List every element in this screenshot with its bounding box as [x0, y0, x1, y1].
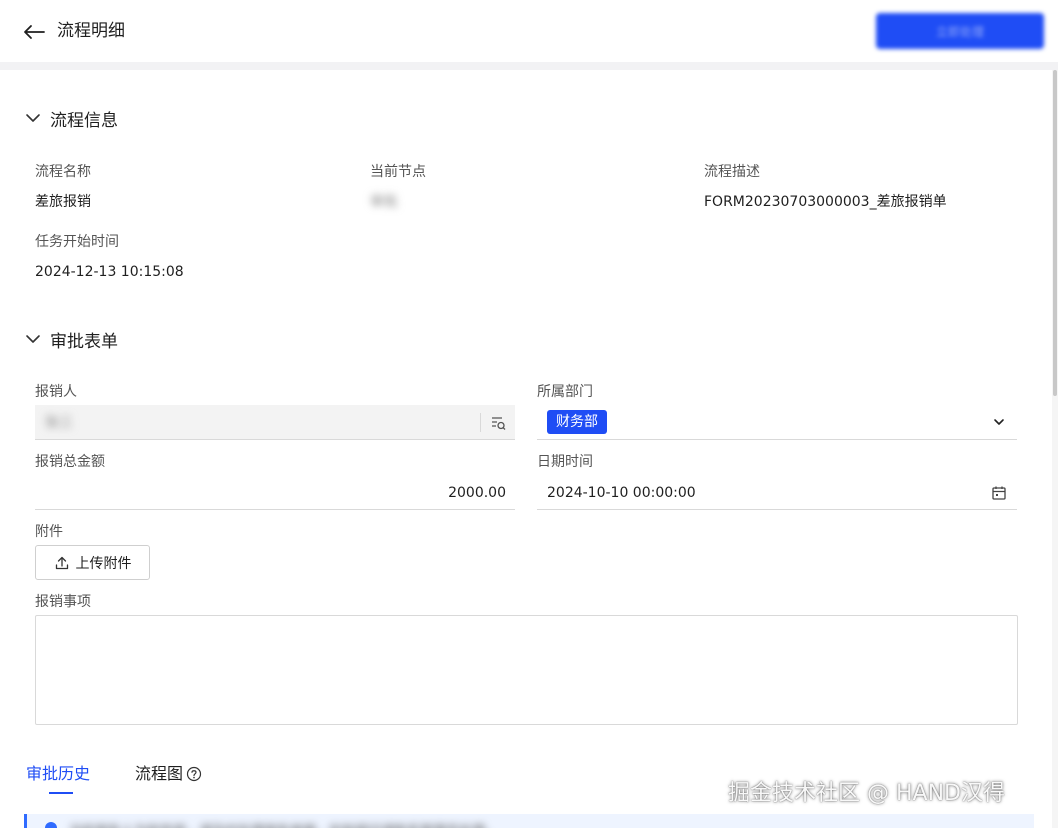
tab-flowchart[interactable]: 流程图 [135, 763, 202, 785]
task-start-time-value: 2024-12-13 10:15:08 [35, 264, 184, 280]
back-arrow-icon[interactable] [20, 18, 48, 46]
process-desc-label: 流程描述 [704, 164, 760, 180]
primary-action-button[interactable]: 立即处理 [876, 13, 1044, 49]
section-title: 流程信息 [50, 110, 118, 131]
vertical-scrollbar[interactable] [1052, 70, 1058, 828]
date-time-field[interactable]: 2024-10-10 00:00:00 [537, 475, 1017, 510]
page-title: 流程明细 [57, 21, 125, 41]
section-title: 审批表单 [50, 331, 118, 352]
help-circle-icon[interactable] [186, 766, 202, 782]
section-process-info[interactable]: 流程信息 [24, 106, 118, 131]
chevron-down-icon [26, 335, 40, 343]
section-approval-form[interactable]: 审批表单 [24, 327, 118, 352]
process-desc-value: FORM20230703000003_差旅报销单 [704, 194, 947, 210]
info-icon [45, 822, 57, 828]
department-tag: 财务部 [547, 410, 607, 434]
chevron-down-icon [26, 114, 40, 122]
chevron-down-icon[interactable] [992, 415, 1006, 429]
tab-approval-history[interactable]: 审批历史 [26, 763, 90, 785]
lookup-search-icon[interactable] [489, 414, 507, 432]
total-amount-label: 报销总金额 [35, 454, 105, 470]
task-start-time-label: 任务开始时间 [35, 234, 119, 250]
date-time-value: 2024-10-10 00:00:00 [547, 485, 696, 501]
detail-content: 流程信息 流程名称 差旅报销 当前节点 审批 流程描述 FORM20230703… [0, 70, 1052, 828]
field-divider [480, 413, 481, 432]
department-label: 所属部门 [537, 384, 593, 400]
process-name-value: 差旅报销 [35, 194, 91, 210]
scrollbar-thumb[interactable] [1053, 70, 1057, 396]
info-alert: 当前审批人为财务部，请及时处理审批单据，如有疑问请联系管理员处理。 [24, 814, 1034, 828]
current-node-label: 当前节点 [370, 164, 426, 180]
department-select[interactable]: 财务部 [537, 405, 1017, 440]
calendar-icon[interactable] [991, 485, 1007, 501]
upload-icon [55, 556, 68, 569]
reimburser-label: 报销人 [35, 384, 77, 400]
current-node-value: 审批 [370, 194, 398, 210]
matters-label: 报销事项 [35, 594, 91, 610]
matters-textarea[interactable] [35, 615, 1018, 725]
upload-button-label: 上传附件 [75, 554, 132, 571]
active-tab-indicator [49, 792, 73, 794]
tab-flowchart-label: 流程图 [135, 764, 184, 783]
reimburser-field[interactable]: 张三 [35, 405, 515, 440]
date-time-label: 日期时间 [537, 454, 593, 470]
total-amount-value: 2000.00 [448, 485, 506, 501]
total-amount-field[interactable]: 2000.00 [35, 475, 515, 510]
watermark-text: 掘金技术社区 @ HAND汉得 [728, 781, 1005, 806]
alert-text: 当前审批人为财务部，请及时处理审批单据，如有疑问请联系管理员处理。 [69, 820, 498, 828]
upload-attachment-button[interactable]: 上传附件 [35, 545, 150, 580]
reimburser-value: 张三 [45, 415, 73, 431]
attachment-label: 附件 [35, 524, 63, 540]
page-header: 流程明细 立即处理 [0, 0, 1058, 62]
process-name-label: 流程名称 [35, 164, 91, 180]
